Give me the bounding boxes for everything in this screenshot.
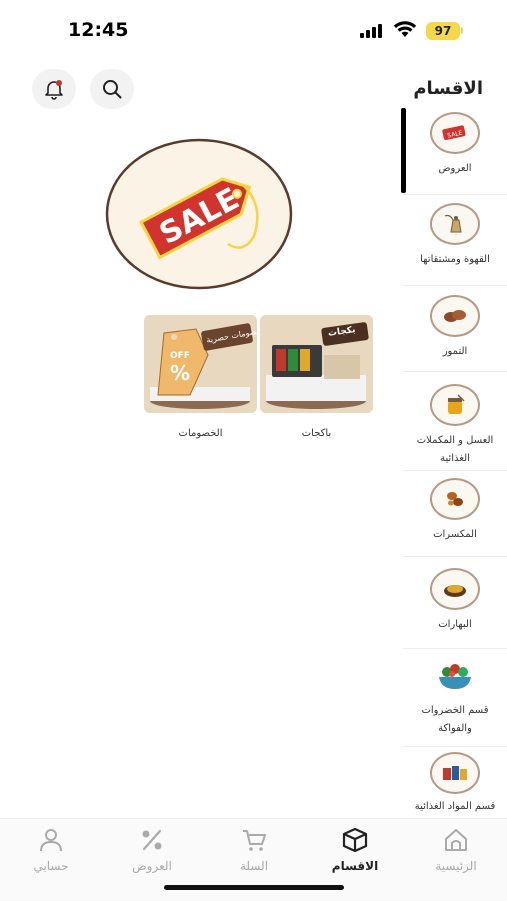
battery-tip (461, 27, 463, 34)
cart-icon (243, 830, 266, 851)
sidebar-item-label: التمور (442, 346, 468, 357)
vegetables-icon (432, 656, 478, 696)
subcategory-card-discounts[interactable]: OFF % خصومات حصرية (144, 315, 257, 413)
nav-label-cart: السلة (239, 859, 269, 873)
status-bar: 12:45 97 (0, 0, 507, 60)
status-time: 12:45 (68, 19, 129, 41)
sidebar-item-label: قسم الخضروات والفواكة (421, 705, 489, 734)
sidebar-item-label: العروض (438, 163, 472, 174)
sidebar-item-groceries[interactable]: قسم المواد الغذائية (403, 752, 507, 818)
nav-account[interactable]: حسابي (11, 827, 91, 873)
spices-icon (430, 568, 480, 610)
percent-icon (142, 829, 162, 851)
sidebar-item-label: البهارات (438, 619, 472, 630)
offers-hero-image[interactable]: SALE (104, 136, 294, 292)
box-icon (342, 827, 368, 853)
nav-label-account: حسابي (33, 859, 69, 873)
subcategory-card-packages[interactable]: بكجات (260, 315, 373, 413)
sale-tag-icon: SALE (430, 112, 480, 154)
sidebar-item-coffee[interactable]: القهوة ومشتقاتها (403, 197, 507, 286)
sidebar-item-label: المكسرات (433, 529, 477, 540)
signal-icon (360, 24, 386, 38)
groceries-icon (430, 752, 480, 794)
coffee-pot-icon (430, 203, 480, 245)
sidebar-item-label: قسم المواد الغذائية (414, 801, 496, 812)
wifi-icon (393, 21, 417, 37)
subcategory-label-packages: باكجات (301, 428, 332, 439)
nav-home[interactable]: الرئيسية (416, 827, 496, 873)
nuts-icon (430, 478, 480, 520)
categories-title: الاقسام (413, 78, 483, 99)
sidebar-item-honey[interactable]: العسل و المكملات الغذائية (403, 378, 507, 471)
discount-percent-symbol: % (170, 361, 191, 385)
discount-off-text: OFF (170, 351, 190, 361)
nav-label-home: الرئيسية (435, 859, 477, 873)
sidebar-item-offers[interactable]: SALE العروض (403, 108, 507, 195)
search-icon (103, 80, 122, 99)
nav-categories[interactable]: الاقسام (315, 827, 395, 873)
nav-label-offers: العروض (132, 859, 172, 873)
nav-cart[interactable]: السلة (214, 827, 294, 873)
sidebar-item-dates[interactable]: التمور (403, 289, 507, 372)
battery-indicator: 97 (426, 22, 460, 40)
sidebar-item-spices[interactable]: البهارات (403, 564, 507, 649)
sidebar-item-label: العسل و المكملات الغذائية (416, 435, 494, 464)
dates-icon (430, 295, 480, 337)
sidebar-item-nuts[interactable]: المكسرات (403, 474, 507, 557)
home-icon (445, 829, 467, 851)
user-icon (40, 829, 62, 852)
subcategory-label-discounts: الخصومات (178, 428, 223, 439)
notifications-button[interactable] (32, 69, 76, 109)
nav-offers[interactable]: العروض (112, 827, 192, 873)
search-button[interactable] (90, 69, 134, 109)
bell-icon (45, 80, 63, 100)
nav-label-categories: الاقسام (331, 859, 379, 873)
sidebar-item-vegetables[interactable]: قسم الخضروات والفواكة (403, 654, 507, 747)
honey-icon (430, 384, 480, 426)
home-indicator (164, 885, 344, 890)
sidebar-item-label: القهوة ومشتقاتها (420, 254, 490, 265)
